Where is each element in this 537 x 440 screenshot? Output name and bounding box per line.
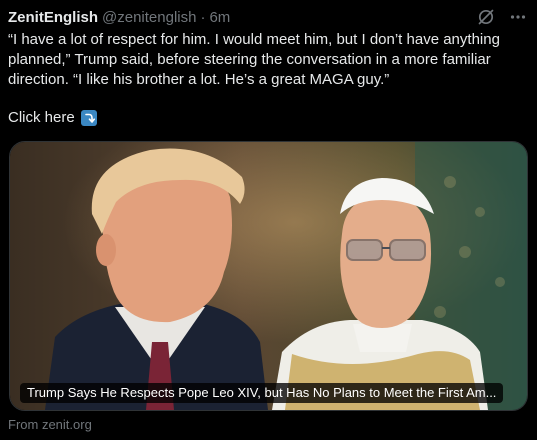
separator-dot: · [200,8,206,26]
timestamp[interactable]: 6m [209,9,230,26]
click-here-line: Click here [8,108,97,128]
author-handle[interactable]: @zenitenglish [102,9,196,26]
grok-icon[interactable] [477,8,495,26]
right-arrow-curving-down-icon [80,110,97,126]
tweet-text: “I have a lot of respect for him. I woul… [8,31,505,88]
header-actions [477,8,527,26]
more-icon[interactable] [509,8,527,26]
click-here-link[interactable]: Click here [8,108,75,128]
article-photo [10,142,527,410]
author-name[interactable]: ZenitEnglish [8,9,98,26]
link-card[interactable]: Trump Says He Respects Pope Leo XIV, but… [9,141,528,411]
card-headline: Trump Says He Respects Pope Leo XIV, but… [20,383,504,403]
card-source[interactable]: From zenit.org [8,417,92,432]
tweet-header: ZenitEnglish @zenitenglish · 6m [8,6,527,28]
